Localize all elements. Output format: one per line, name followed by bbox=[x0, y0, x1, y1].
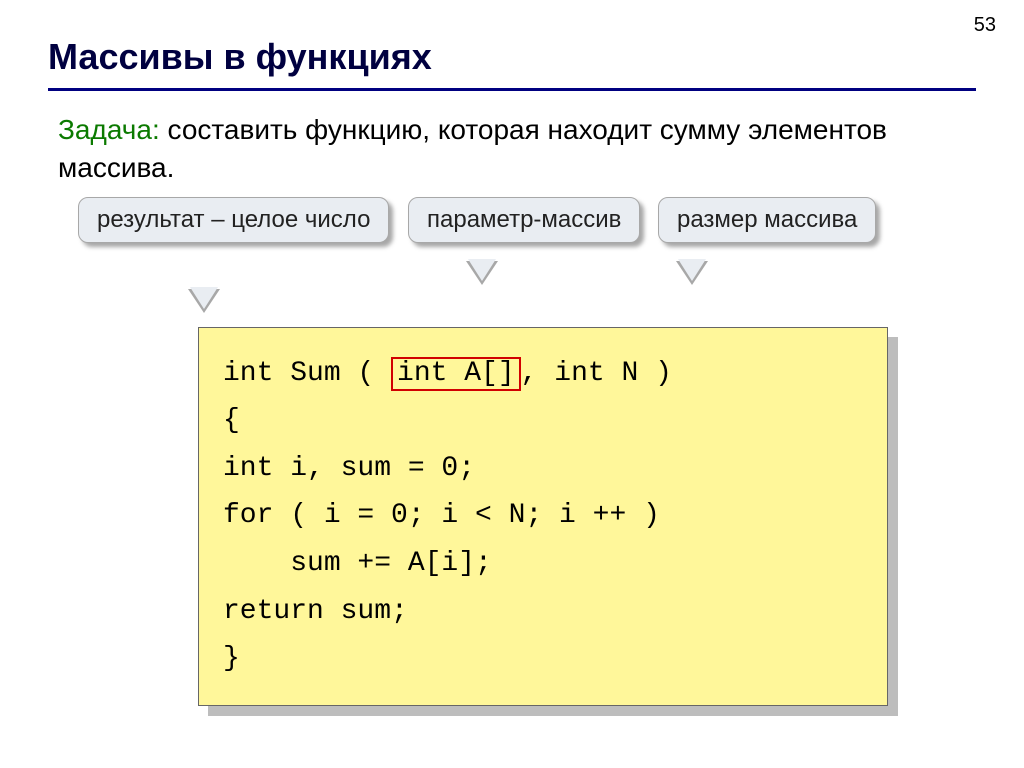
code-box: int Sum ( int A[], int N ) { int i, sum … bbox=[198, 327, 888, 706]
code-l5: sum += A[i]; bbox=[223, 548, 492, 579]
task-text: Задача: составить функцию, которая наход… bbox=[48, 111, 976, 187]
callout-size: размер массива bbox=[658, 197, 876, 244]
code-highlight: int A[] bbox=[391, 357, 521, 392]
code-l4: for ( i = 0; i < N; i ++ ) bbox=[223, 500, 660, 531]
code-l7: } bbox=[223, 643, 240, 674]
callout-param-tail bbox=[468, 259, 496, 281]
title-rule bbox=[48, 88, 976, 91]
slide: 53 Массивы в функциях Задача: составить … bbox=[0, 0, 1024, 768]
callout-result: результат – целое число bbox=[78, 197, 389, 244]
callout-size-box: размер массива bbox=[658, 197, 876, 244]
code-block: int Sum ( int A[], int N ) { int i, sum … bbox=[198, 327, 888, 706]
slide-title: Массивы в функциях bbox=[48, 36, 976, 78]
page-number: 53 bbox=[974, 14, 996, 37]
callout-param-box: параметр-массив bbox=[408, 197, 640, 244]
callout-result-tail bbox=[190, 287, 218, 309]
code-l2: { bbox=[223, 405, 240, 436]
code-l3: int i, sum = 0; bbox=[223, 453, 475, 484]
callout-param: параметр-массив bbox=[408, 197, 640, 244]
task-body: составить функцию, которая находит сумму… bbox=[58, 114, 887, 183]
callout-size-tail bbox=[678, 259, 706, 281]
code-l1b: , int N ) bbox=[521, 358, 672, 389]
callout-result-box: результат – целое число bbox=[78, 197, 389, 244]
callouts-layer: результат – целое число параметр-массив … bbox=[48, 197, 976, 337]
code-l6: return sum; bbox=[223, 596, 408, 627]
task-label: Задача: bbox=[58, 114, 160, 145]
code-l1a: int Sum ( bbox=[223, 358, 391, 389]
